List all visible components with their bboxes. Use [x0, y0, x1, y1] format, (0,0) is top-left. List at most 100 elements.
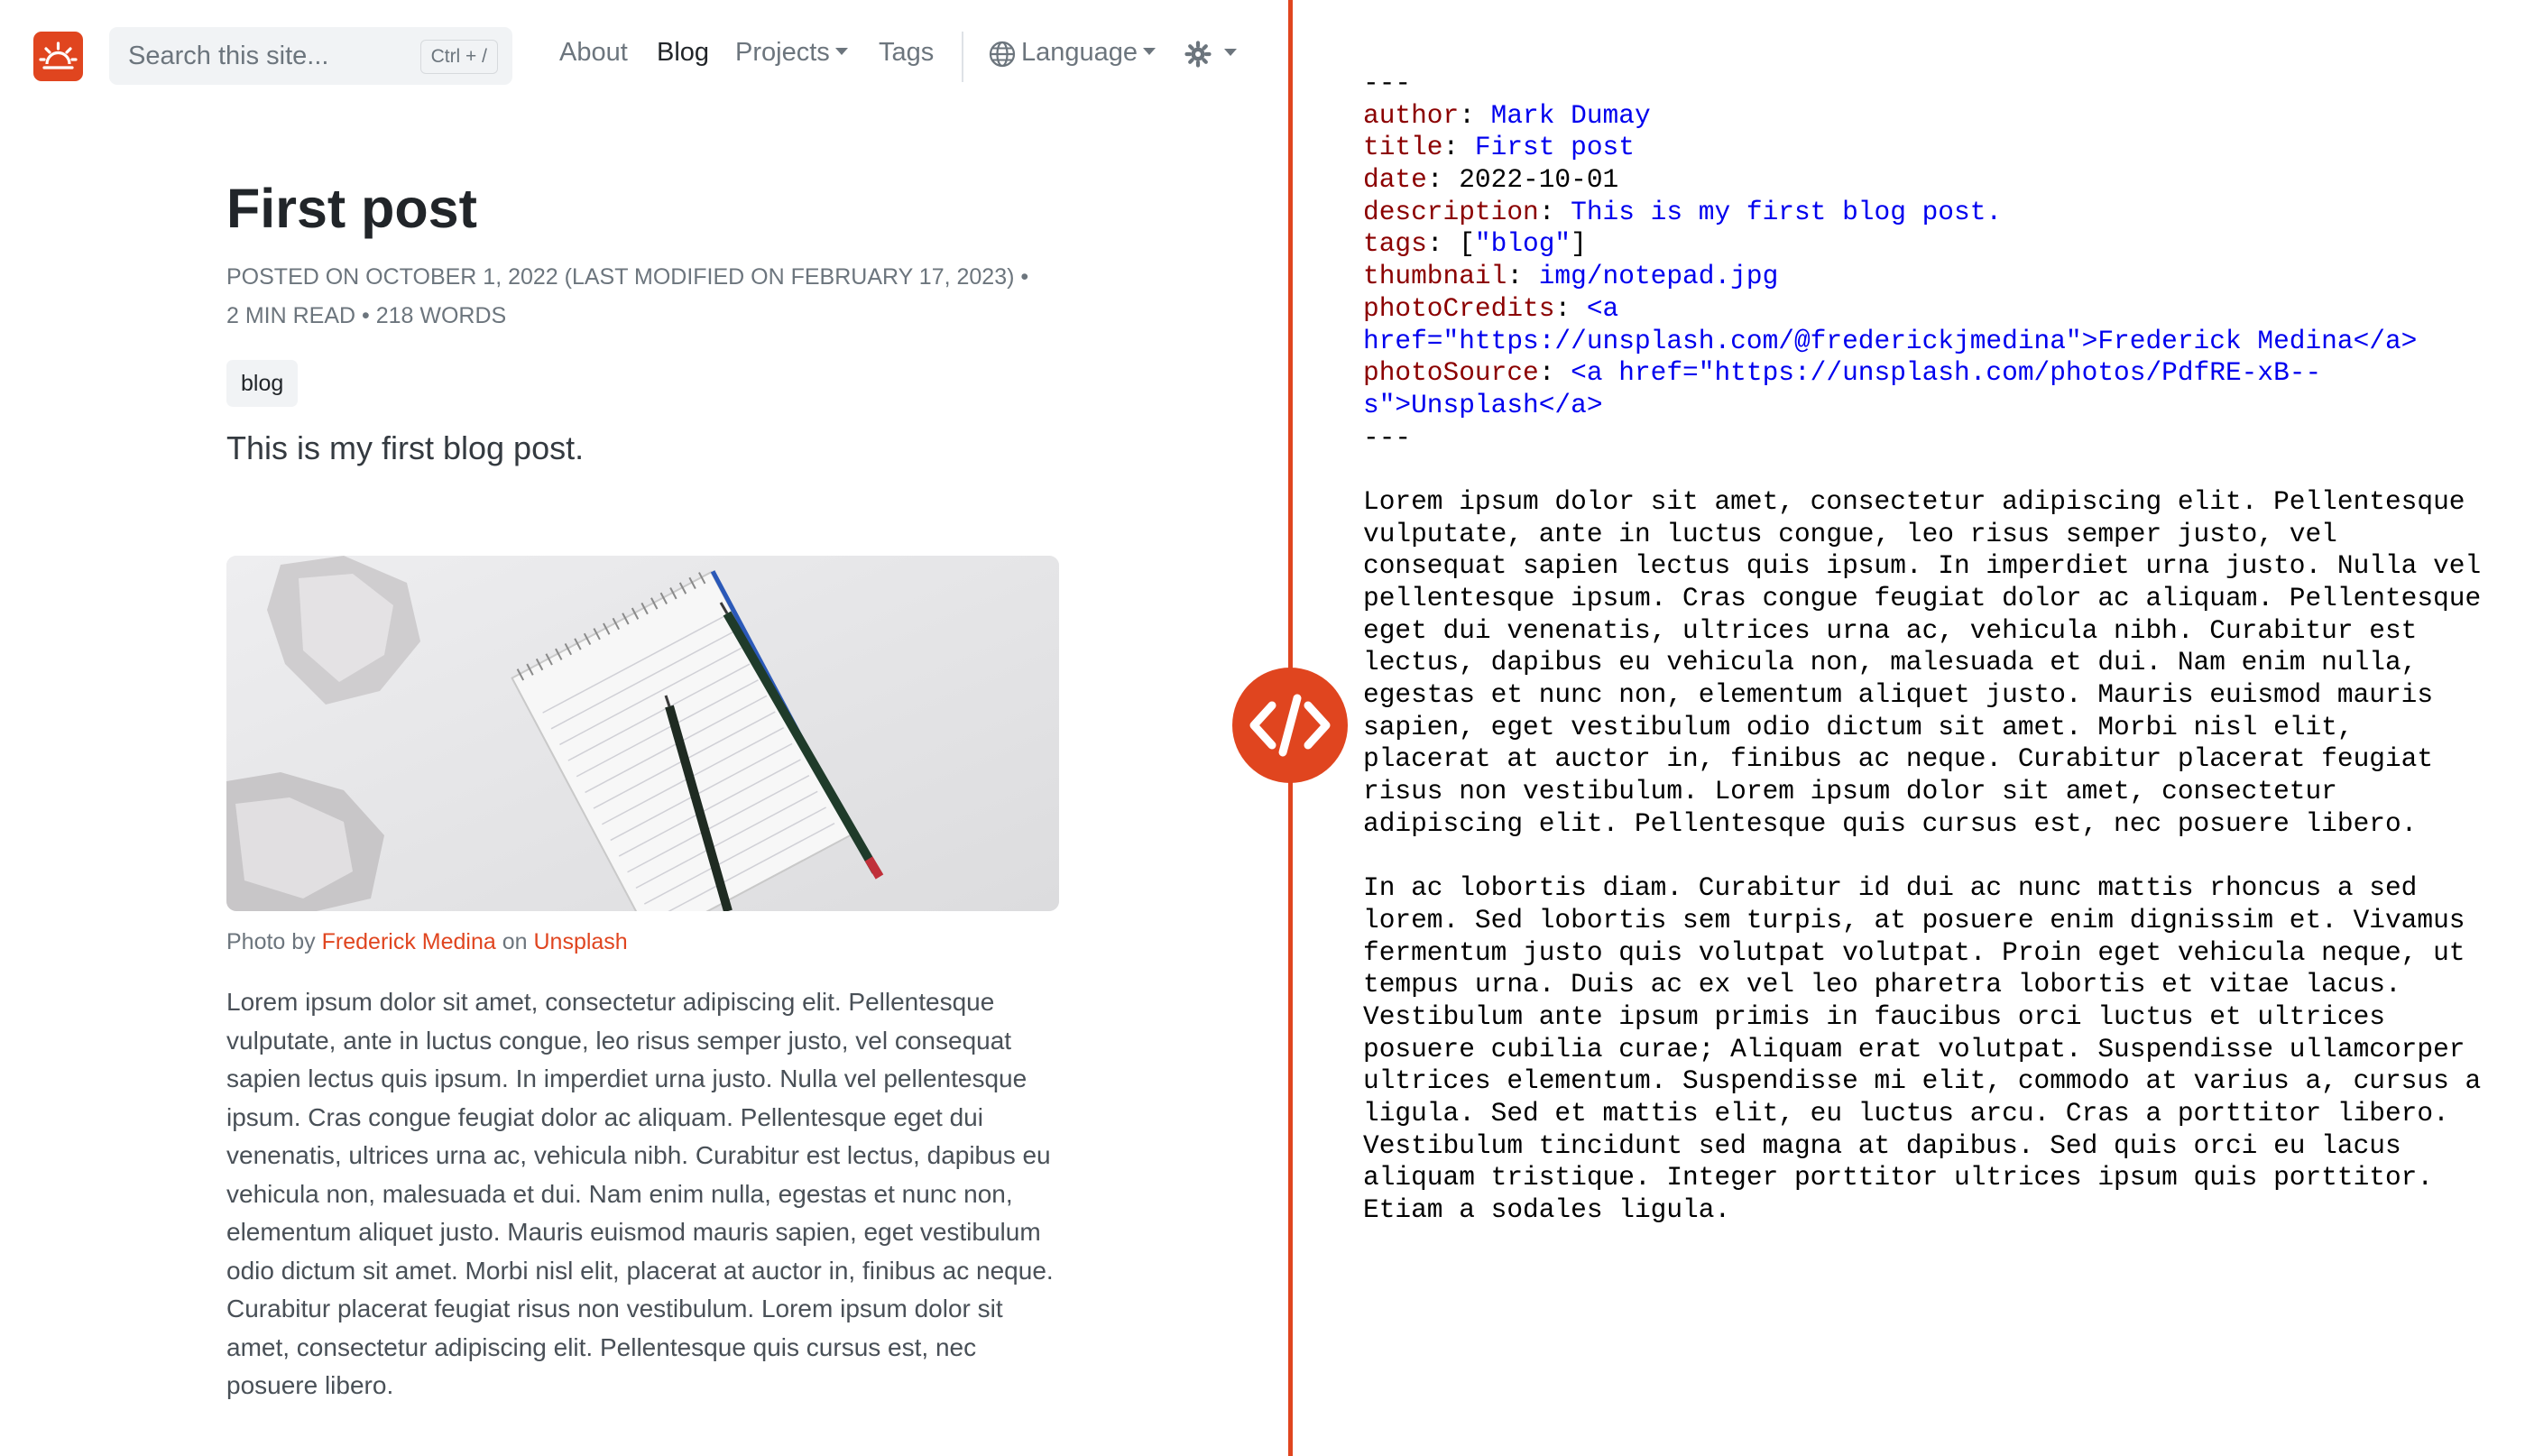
source-line: placerat at auctor in, finibus ac neque.… [1363, 743, 2522, 776]
sunrise-icon[interactable] [33, 32, 83, 81]
yaml-value: First post [1474, 132, 1635, 163]
tag-badge-blog[interactable]: blog [226, 360, 299, 407]
source-text: --- [1363, 68, 1412, 98]
post-body-paragraph: Lorem ipsum dolor sit amet, consectetur … [226, 988, 1054, 1399]
source-text: --- [1363, 421, 1412, 453]
navbar: Search this site... Ctrl + / About Blog … [0, 0, 1290, 113]
source-line: title: First post [1363, 132, 2522, 164]
photographer-link[interactable]: Frederick Medina [322, 929, 496, 954]
yaml-key: title [1363, 132, 1443, 163]
source-text: In ac lobortis diam. Curabitur id dui ac… [1363, 872, 2418, 904]
yaml-key: photoSource [1363, 357, 1539, 389]
source-line [1363, 454, 2522, 486]
yaml-key: description [1363, 196, 1539, 227]
source-line: pellentesque ipsum. Cras congue feugiat … [1363, 583, 2522, 615]
post-reading-stats: 2 MIN READ • 218 WORDS [226, 303, 507, 328]
source-line: lectus, dapibus eu vehicula non, malesua… [1363, 647, 2522, 679]
language-dropdown[interactable]: Language [1021, 38, 1157, 68]
source-text: Vestibulum ante ipsum primis in faucibus… [1363, 1000, 2385, 1032]
source-line: Lorem ipsum dolor sit amet, consectetur … [1363, 486, 2522, 519]
source-text: risus non vestibulum. Lorem ipsum dolor … [1363, 776, 2337, 807]
source-line: href="https://unsplash.com/@frederickjme… [1363, 326, 2522, 358]
search-placeholder: Search this site... [128, 41, 329, 70]
chevron-down-icon [1143, 48, 1157, 56]
yaml-value: This is my first blog post. [1571, 196, 2003, 227]
chevron-down-icon [834, 48, 848, 56]
nav-link-blog[interactable]: Blog [657, 38, 709, 68]
source-text: egestas et nunc non, elementum aliquet j… [1363, 679, 2434, 711]
source-text: pellentesque ipsum. Cras congue feugiat … [1363, 583, 2482, 613]
yaml-key: author [1363, 99, 1460, 131]
source-line: photoCredits: <a [1363, 293, 2522, 326]
blog-post: First post POSTED ON OCTOBER 1, 2022 (LA… [226, 171, 1061, 1399]
nav-link-about[interactable]: About [559, 38, 628, 68]
post-title: First post [226, 178, 477, 239]
source-line: ligula. Sed et mattis elit, eu luctus ar… [1363, 1098, 2522, 1130]
source-text: Lorem ipsum dolor sit amet, consectetur … [1363, 485, 2465, 517]
search-shortcut-hint: Ctrl + / [419, 40, 498, 74]
post-lead: This is my first blog post. [226, 429, 585, 466]
source-text: Vestibulum tincidunt sed magna at dapibu… [1363, 1129, 2401, 1161]
source-text: vulputate, ante in luctus congue, leo ri… [1363, 518, 2337, 549]
source-line: tags: ["blog"] [1363, 228, 2522, 261]
source-line: sapien, eget vestibulum odio dictum sit … [1363, 712, 2522, 744]
photo-source-link[interactable]: Unsplash [533, 929, 627, 954]
post-date-line: POSTED ON OCTOBER 1, 2022 (LAST MODIFIED… [226, 264, 1029, 290]
source-line [1363, 841, 2522, 873]
post-meta: POSTED ON OCTOBER 1, 2022 (LAST MODIFIED… [226, 258, 1061, 336]
yaml-key: photoCredits [1363, 292, 1555, 324]
source-text: sapien, eget vestibulum odio dictum sit … [1363, 711, 2354, 742]
source-line: lorem. Sed lobortis sem turpis, at posue… [1363, 905, 2522, 937]
source-line: aliquam tristique. Integer porttitor ult… [1363, 1162, 2522, 1194]
source-line: --- [1363, 68, 2522, 100]
source-line: date: 2022-10-01 [1363, 164, 2522, 197]
source-text: : [1554, 292, 1587, 324]
source-line: s">Unsplash</a> [1363, 390, 2522, 422]
source-text: fermentum justo quis volutpat volutpat. … [1363, 936, 2465, 968]
source-text: lectus, dapibus eu vehicula non, malesua… [1363, 647, 2418, 678]
nav-divider [962, 32, 963, 82]
source-line: author: Mark Dumay [1363, 100, 2522, 133]
source-line: thumbnail: img/notepad.jpg [1363, 261, 2522, 293]
gear-icon[interactable] [1184, 41, 1212, 68]
nav-link-tags[interactable]: Tags [879, 38, 934, 68]
source-line: In ac lobortis diam. Curabitur id dui ac… [1363, 872, 2522, 905]
rendered-page-pane: Search this site... Ctrl + / About Blog … [0, 0, 1290, 1456]
search-input[interactable]: Search this site... Ctrl + / [109, 27, 512, 85]
photo-caption: Photo by Frederick Medina on Unsplash [226, 926, 628, 958]
source-text: : [1442, 132, 1475, 163]
yaml-value: Mark Dumay [1490, 99, 1651, 131]
yaml-value: img/notepad.jpg [1538, 261, 1779, 292]
source-line: Vestibulum tincidunt sed magna at dapibu… [1363, 1130, 2522, 1163]
source-text: : [1459, 99, 1491, 131]
source-text: tempus urna. Duis ac ex vel leo pharetra… [1363, 969, 2401, 1000]
source-pane: --- author: Mark Dumay title: First post da… [1293, 0, 2525, 1456]
yaml-value: href="https://unsplash.com/@frederickjme… [1363, 325, 2418, 356]
source-line: adipiscing elit. Pellentesque quis cursu… [1363, 808, 2522, 841]
source-text: placerat at auctor in, finibus ac neque.… [1363, 743, 2434, 775]
source-line: consequat sapien lectus quis ipsum. In i… [1363, 550, 2522, 583]
source-line: posuere cubilia curae; Aliquam erat volu… [1363, 1034, 2522, 1066]
language-dropdown-label: Language [1021, 38, 1138, 67]
source-line: vulputate, ante in luctus congue, leo ri… [1363, 519, 2522, 551]
nav-dropdown-projects[interactable]: Projects [735, 38, 848, 68]
markdown-source: --- author: Mark Dumay title: First post da… [1363, 68, 2522, 1227]
source-line: fermentum justo quis volutpat volutpat. … [1363, 937, 2522, 970]
source-line: ultrices elementum. Suspendisse mi elit,… [1363, 1065, 2522, 1098]
yaml-value: <a href="https://unsplash.com/photos/Pdf… [1571, 357, 2322, 389]
post-thumbnail-image [226, 556, 1059, 911]
source-text: consequat sapien lectus quis ipsum. In i… [1363, 550, 2482, 582]
source-text: adipiscing elit. Pellentesque quis cursu… [1363, 807, 2418, 839]
caption-middle: on [495, 929, 534, 954]
yaml-value: <a [1586, 292, 1619, 324]
source-line: Vestibulum ante ipsum primis in faucibus… [1363, 1001, 2522, 1034]
source-line: risus non vestibulum. Lorem ipsum dolor … [1363, 776, 2522, 808]
source-text: lorem. Sed lobortis sem turpis, at posue… [1363, 904, 2465, 935]
source-text: aliquam tristique. Integer porttitor ult… [1363, 1162, 2434, 1193]
source-text: eget dui venenatis, ultrices urna ac, ve… [1363, 614, 2418, 646]
source-line: photoSource: <a href="https://unsplash.c… [1363, 357, 2522, 390]
source-text: ultrices elementum. Suspendisse mi elit,… [1363, 1065, 2482, 1097]
yaml-value: s">Unsplash</a> [1363, 389, 1603, 420]
chevron-down-icon[interactable] [1224, 49, 1237, 56]
caption-prefix: Photo by [226, 929, 322, 954]
